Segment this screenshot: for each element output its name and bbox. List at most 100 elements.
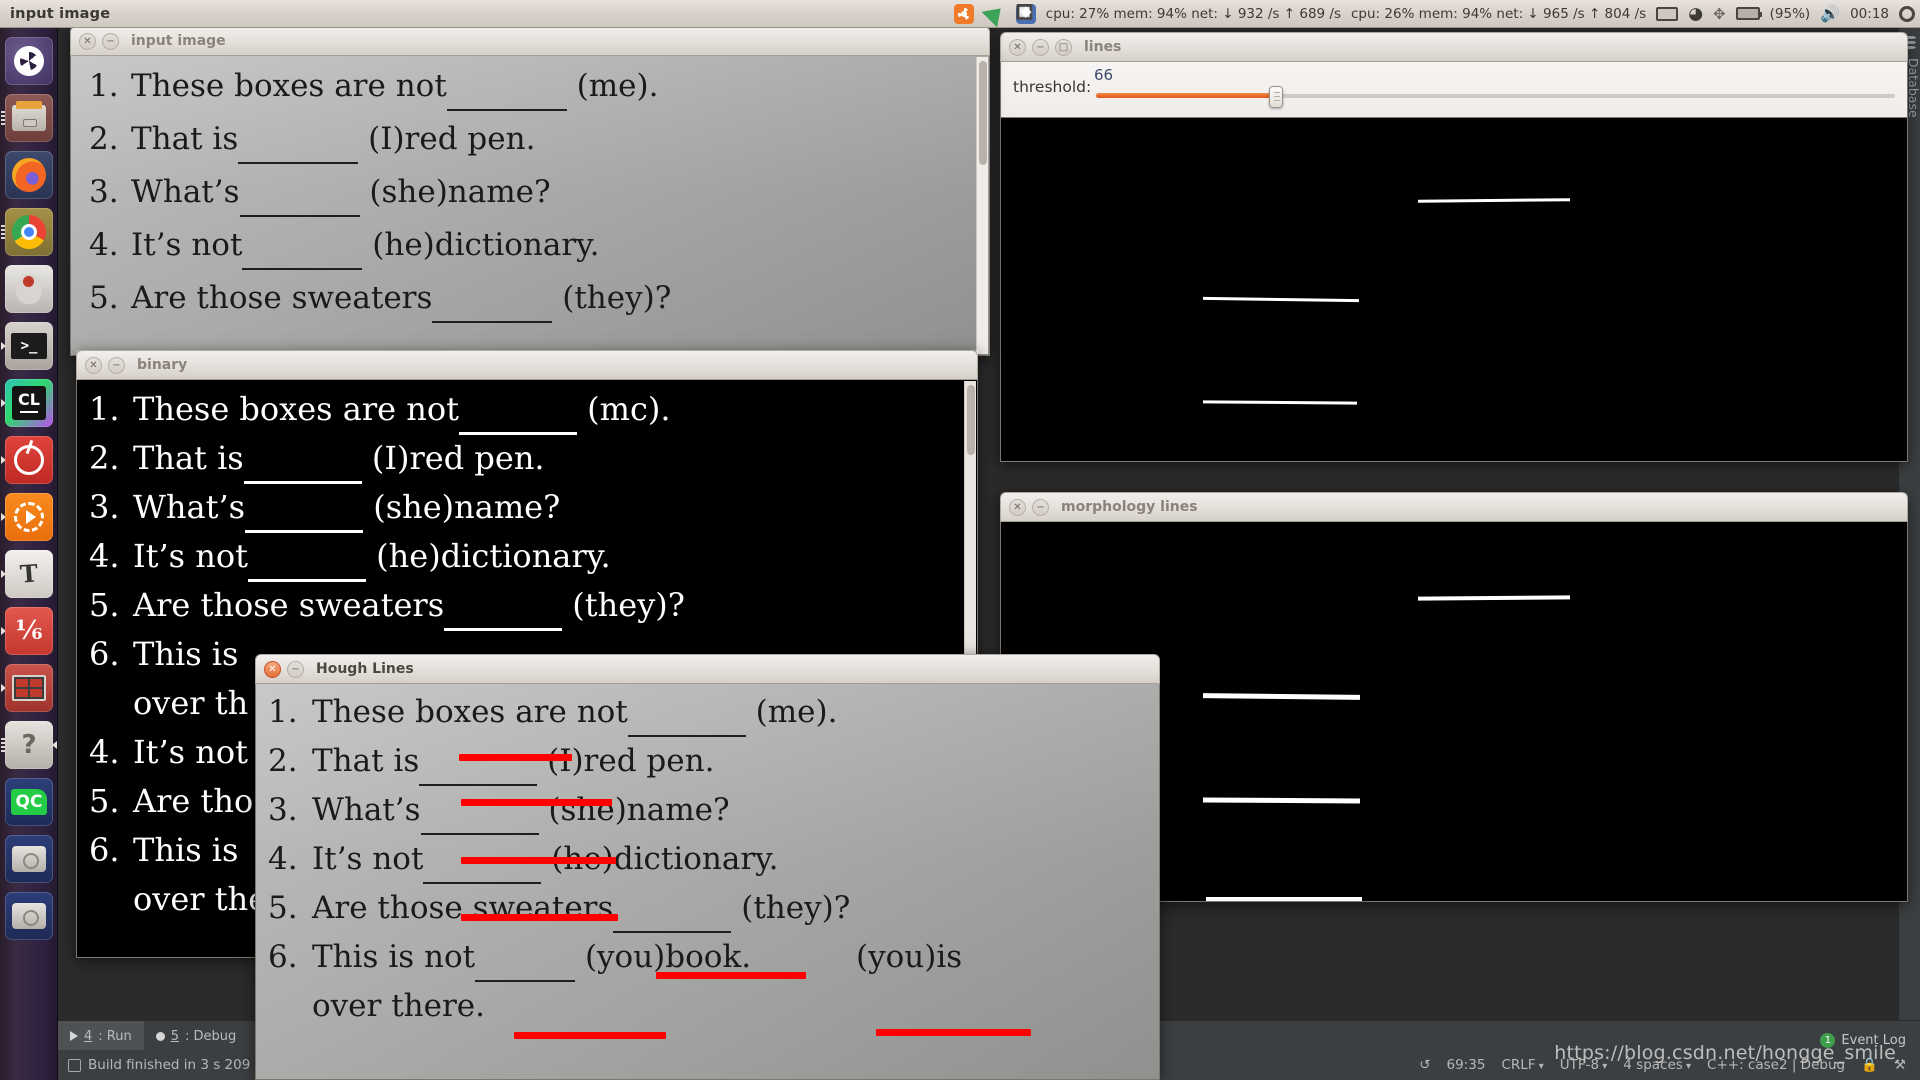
caret-position[interactable]: 69:35 (1447, 1057, 1486, 1073)
battery-icon[interactable] (1731, 0, 1765, 28)
launcher-item-virtual-machine[interactable] (0, 659, 58, 716)
worksheet-line: 4. It’s not (89, 733, 248, 771)
watermark-url: https://blog.csdn.net/hongge_smile (1554, 1042, 1896, 1064)
minimize-icon[interactable]: − (1032, 38, 1049, 56)
hough-highlight-bar (459, 754, 572, 761)
worksheet-line: 2. That is (I)red pen. (89, 121, 536, 164)
tab-debug[interactable]: 5 : Debug (144, 1021, 249, 1051)
window-lines-titlebar[interactable]: ✕ − □ lines (1000, 32, 1908, 62)
wifi-icon[interactable]: ◕ (1683, 0, 1708, 28)
detected-line-segment (1202, 296, 1360, 303)
launcher-item-files[interactable] (0, 89, 58, 146)
close-icon[interactable]: ✕ (1009, 38, 1026, 56)
bluetooth-status-icon[interactable]: ✥ (1708, 0, 1731, 28)
window-lines-canvas (1000, 118, 1908, 462)
window-input-image[interactable]: ✕ − input image 1. These boxes are not (m… (70, 26, 990, 356)
close-icon[interactable]: ✕ (1009, 498, 1026, 516)
window-hough-titlebar[interactable]: ✕ − Hough Lines (255, 654, 1160, 684)
hough-highlight-bar (514, 1032, 666, 1039)
worksheet-line: 3. What’s (she)name? (89, 488, 561, 533)
worksheet-line: over the (133, 880, 268, 918)
window-morphology-title: morphology lines (1061, 499, 1198, 515)
launcher-item-clion[interactable]: CL (0, 374, 58, 431)
telegram-icon[interactable] (979, 0, 1011, 28)
launcher-item-help[interactable]: ? (0, 716, 58, 773)
launcher-item-firefox[interactable] (0, 146, 58, 203)
minimize-icon[interactable]: − (287, 660, 304, 678)
input-scrollbar[interactable] (976, 57, 988, 354)
detected-line-segment (1417, 198, 1571, 203)
message-icon (68, 1058, 81, 1072)
threshold-control-bar: threshold: 66 (1000, 62, 1908, 118)
detected-line-segment (1202, 797, 1361, 804)
system-monitor-cpu-1[interactable]: cpu: 27% mem: 94% net: ↓ 932 /s ↑ 689 /s (1046, 6, 1341, 22)
launcher-item-disk-1[interactable] (0, 830, 58, 887)
hough-highlight-bar (876, 1029, 1031, 1036)
hough-highlight-bar (461, 799, 612, 806)
tool-window-tabs: 4 : Run 5 : Debug (58, 1021, 248, 1051)
worksheet-line: 5. Are tho (89, 782, 254, 820)
minimize-icon[interactable]: − (108, 356, 125, 374)
keyboard-icon[interactable] (1651, 0, 1683, 28)
window-hough-title: Hough Lines (316, 661, 414, 677)
unity-launcher[interactable]: >_ CL T ⅙ ? QC (0, 28, 58, 1080)
volume-icon[interactable]: 🔊 (1815, 0, 1845, 28)
maximize-icon[interactable]: □ (1055, 38, 1072, 56)
close-icon[interactable]: ✕ (79, 32, 96, 50)
worksheet-line: 3. What’s (she)name? (268, 792, 730, 835)
worksheet-line: 6. This is (89, 831, 239, 869)
launcher-item-text-editor[interactable]: T (0, 545, 58, 602)
launcher-item-disk-2[interactable] (0, 887, 58, 944)
worksheet-line: 5. Are those sweaters (they)? (89, 586, 685, 631)
window-morphology-titlebar[interactable]: ✕ − morphology lines (1000, 492, 1908, 522)
bluetooth-icon[interactable]: ◆ (1011, 0, 1041, 28)
launcher-item-qc-app[interactable]: QC (0, 773, 58, 830)
tab-debug-label: : Debug (185, 1028, 237, 1044)
threshold-slider-thumb[interactable] (1269, 86, 1283, 108)
threshold-value: 66 (1094, 66, 1114, 84)
gear-icon[interactable] (1894, 0, 1920, 28)
tab-run[interactable]: 4 : Run (58, 1021, 144, 1051)
tab-run-number: 4 (84, 1028, 93, 1044)
tab-debug-number: 5 (170, 1028, 180, 1044)
window-lines[interactable]: ✕ − □ lines threshold: 66 (1000, 32, 1908, 462)
close-icon[interactable]: ✕ (85, 356, 102, 374)
clock[interactable]: 00:18 (1850, 6, 1889, 22)
hough-lines-binary-image (1001, 118, 1907, 461)
worksheet-line: over there. (312, 988, 485, 1024)
launcher-item-kuwo-player[interactable] (0, 488, 58, 545)
build-status-text: Build finished in 3 s 209 ms (88, 1057, 275, 1073)
line-separator-selector[interactable]: CRLF (1501, 1057, 1543, 1073)
detected-line-segment (1206, 897, 1362, 901)
minimize-icon[interactable]: − (102, 32, 119, 50)
worksheet-line: 6. This is (89, 635, 239, 673)
launcher-item-ubuntu-dash[interactable] (0, 32, 58, 89)
worksheet-line: over th (133, 684, 249, 722)
detected-line-segment (1202, 400, 1358, 405)
worksheet-line: 1. These boxes are not (me). (89, 68, 659, 111)
window-binary-title: binary (137, 357, 188, 373)
close-icon[interactable]: ✕ (264, 660, 281, 678)
worksheet-line-tail: (you)is (856, 939, 963, 975)
ubuntu-software-icon[interactable] (949, 0, 979, 28)
worksheet-line: 4. It’s not (he)dictionary. (89, 537, 611, 582)
worksheet-line: 2. That is (I)red pen. (89, 439, 545, 484)
worksheet-line: 1. These boxes are not (mc). (89, 390, 671, 435)
window-binary-titlebar[interactable]: ✕ − binary (76, 350, 978, 380)
window-input-titlebar[interactable]: ✕ − input image (70, 26, 990, 56)
launcher-item-netease-music[interactable] (0, 431, 58, 488)
launcher-item-pdf-reader[interactable]: ⅙ (0, 602, 58, 659)
worksheet-line: 6. This is not (you)book. (268, 939, 752, 982)
panel-window-title[interactable]: input image (10, 6, 110, 22)
window-hough-canvas: 1. These boxes are not (me). 2. That is (I)… (255, 684, 1160, 1080)
sync-icon[interactable]: ↺ (1419, 1057, 1430, 1073)
system-monitor-cpu-2[interactable]: cpu: 26% mem: 94% net: ↓ 965 /s ↑ 804 /s (1351, 6, 1646, 22)
launcher-item-terminal[interactable]: >_ (0, 317, 58, 374)
launcher-item-java[interactable] (0, 260, 58, 317)
tab-run-label: : Run (98, 1028, 132, 1044)
system-tray: ◆ cpu: 27% mem: 94% net: ↓ 932 /s ↑ 689 … (949, 0, 1920, 28)
battery-percent: (95%) (1769, 5, 1811, 22)
launcher-item-chrome[interactable] (0, 203, 58, 260)
minimize-icon[interactable]: − (1032, 498, 1049, 516)
window-hough-lines[interactable]: ✕ − Hough Lines 1. These boxes are not (m… (255, 654, 1160, 1080)
